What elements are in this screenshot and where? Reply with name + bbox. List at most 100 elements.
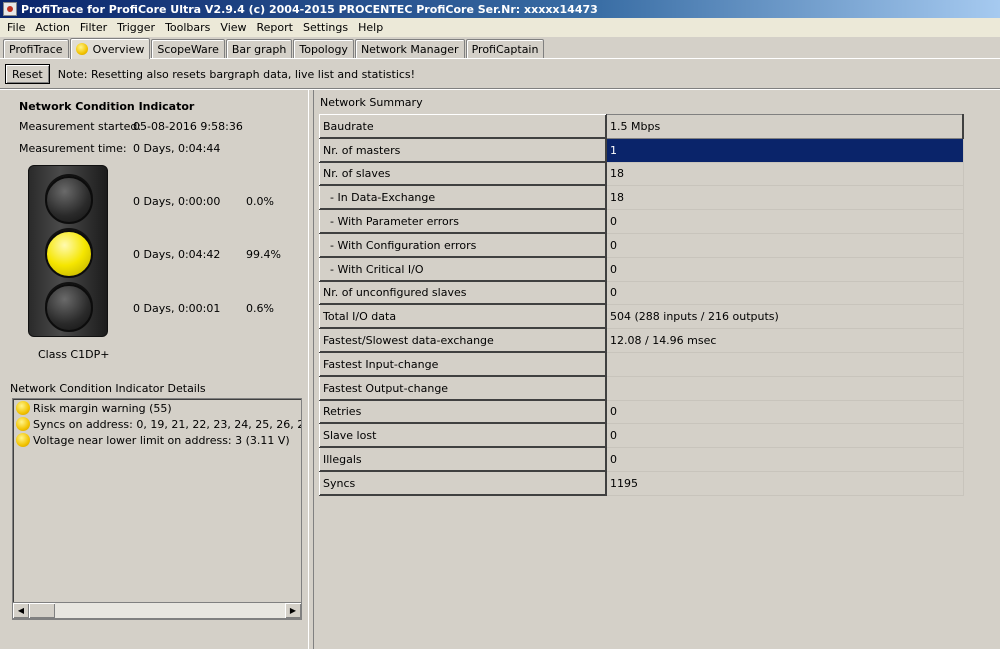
- tab-label: ProfiTrace: [9, 42, 63, 56]
- indicator-title: Network Condition Indicator: [19, 100, 195, 113]
- summary-key-cell: Baudrate: [319, 114, 607, 139]
- summary-key-cell: - With Configuration errors: [319, 232, 607, 258]
- table-row[interactable]: - With Critical I/O 0: [319, 256, 964, 282]
- summary-key-cell: Slave lost: [319, 423, 607, 449]
- table-row[interactable]: Total I/O data 504 (288 inputs / 216 outp…: [319, 304, 964, 330]
- tab-proficaptain[interactable]: ProfiCaptain: [465, 39, 545, 58]
- details-item-text: Voltage near lower limit on address: 3 (…: [33, 433, 290, 447]
- lamp-duration: 0 Days, 0:04:42: [133, 248, 221, 261]
- traffic-light-lamp-bottom: [45, 284, 93, 332]
- warning-dot-icon: [16, 433, 30, 447]
- scroll-right-icon[interactable]: ▶: [285, 603, 301, 618]
- summary-value-cell[interactable]: 1195: [606, 471, 964, 496]
- summary-value-cell[interactable]: [606, 376, 964, 401]
- table-row[interactable]: Nr. of masters 1: [319, 137, 964, 163]
- menu-item-help[interactable]: Help: [353, 21, 388, 34]
- summary-value-cell[interactable]: 0: [606, 257, 964, 282]
- menu-item-report[interactable]: Report: [252, 21, 298, 34]
- summary-value-cell[interactable]: 18: [606, 162, 964, 187]
- tab-bar-graph[interactable]: Bar graph: [225, 39, 293, 58]
- summary-value-cell[interactable]: 1: [606, 138, 964, 163]
- tab-topology[interactable]: Topology: [293, 39, 354, 58]
- lamp-percent: 0.6%: [246, 302, 274, 315]
- table-row[interactable]: Slave lost 0: [319, 423, 964, 449]
- summary-key-cell: Nr. of slaves: [319, 161, 607, 187]
- summary-key-cell: Fastest Output-change: [319, 375, 607, 401]
- menu-item-settings[interactable]: Settings: [298, 21, 353, 34]
- table-row[interactable]: Illegals 0: [319, 447, 964, 472]
- tab-overview[interactable]: Overview: [69, 38, 151, 59]
- summary-value-cell[interactable]: 0: [606, 423, 964, 449]
- tab-profitrace[interactable]: ProfiTrace: [3, 39, 69, 58]
- table-row[interactable]: - With Configuration errors 0: [319, 232, 964, 258]
- summary-key-cell: Total I/O data: [319, 304, 607, 330]
- summary-value-cell[interactable]: 0: [606, 447, 964, 472]
- window-title: ProfiTrace for ProfiCore Ultra V2.9.4 (c…: [21, 2, 598, 16]
- summary-pane: Network Summary Baudrate 1.5 Mbps Nr. of m…: [315, 90, 1000, 649]
- summary-value-cell[interactable]: 0: [606, 209, 964, 234]
- summary-key-cell: Nr. of unconfigured slaves: [319, 280, 607, 306]
- menu-item-action[interactable]: Action: [30, 21, 74, 34]
- class-label: Class C1DP+: [38, 348, 110, 361]
- table-row[interactable]: Baudrate 1.5 Mbps: [319, 114, 964, 139]
- tab-network-manager[interactable]: Network Manager: [354, 39, 465, 58]
- summary-value-cell[interactable]: 0: [606, 400, 964, 425]
- summary-key-cell: Fastest Input-change: [319, 351, 607, 377]
- menu-item-view[interactable]: View: [215, 21, 251, 34]
- table-row[interactable]: Nr. of slaves 18: [319, 161, 964, 187]
- summary-value-cell[interactable]: 1.5 Mbps: [606, 114, 964, 139]
- lamp-percent: 0.0%: [246, 195, 274, 208]
- summary-title: Network Summary: [320, 96, 423, 109]
- table-row[interactable]: Syncs 1195: [319, 470, 964, 496]
- summary-value-cell[interactable]: 0: [606, 281, 964, 306]
- tab-label: ProfiCaptain: [471, 42, 539, 56]
- table-row[interactable]: Fastest/Slowest data-exchange 12.08 / 14.…: [319, 328, 964, 353]
- details-item[interactable]: Risk margin warning (55): [16, 401, 172, 415]
- scroll-thumb[interactable]: [29, 603, 55, 618]
- status-dot-icon: [75, 43, 88, 55]
- table-row[interactable]: Retries 0: [319, 399, 964, 425]
- reset-note: Note: Resetting also resets bargraph dat…: [57, 67, 416, 81]
- table-row[interactable]: Fastest Output-change: [319, 375, 964, 401]
- details-title: Network Condition Indicator Details: [10, 382, 206, 395]
- menu-bar: File Action Filter Trigger Toolbars View Repor…: [0, 18, 1000, 37]
- details-item[interactable]: Syncs on address: 0, 19, 21, 22, 23, 24,…: [16, 417, 301, 431]
- measurement-time-value: 0 Days, 0:04:44: [133, 142, 221, 155]
- table-row[interactable]: - In Data-Exchange 18: [319, 185, 964, 211]
- menu-item-file[interactable]: File: [2, 21, 30, 34]
- warning-dot-icon: [16, 401, 30, 415]
- tab-strip: ProfiTrace Overview ScopeWare Bar graph Topo…: [0, 37, 1000, 59]
- horizontal-scrollbar[interactable]: ◀ ▶: [12, 602, 302, 619]
- toolbar: Reset Note: Resetting also resets bargra…: [0, 60, 1000, 88]
- summary-value-cell[interactable]: 18: [606, 185, 964, 211]
- lamp-duration: 0 Days, 0:00:00: [133, 195, 221, 208]
- summary-value-cell[interactable]: 0: [606, 233, 964, 258]
- menu-item-toolbars[interactable]: Toolbars: [160, 21, 215, 34]
- measurement-time-label: Measurement time:: [19, 142, 127, 155]
- summary-key-cell: Fastest/Slowest data-exchange: [319, 328, 607, 353]
- details-list[interactable]: Risk margin warning (55) Syncs on address…: [12, 398, 302, 620]
- table-row[interactable]: Nr. of unconfigured slaves 0: [319, 280, 964, 306]
- app-icon: [3, 2, 17, 16]
- pane-splitter[interactable]: [308, 90, 314, 649]
- tab-label: Network Manager: [360, 42, 459, 56]
- reset-button[interactable]: Reset: [5, 64, 50, 84]
- tab-scopeware[interactable]: ScopeWare: [151, 39, 225, 58]
- details-item-text: Risk margin warning (55): [33, 401, 172, 415]
- summary-key-cell: - With Critical I/O: [319, 256, 607, 282]
- scroll-left-icon[interactable]: ◀: [13, 603, 29, 618]
- table-row[interactable]: Fastest Input-change: [319, 351, 964, 377]
- table-row[interactable]: - With Parameter errors 0: [319, 209, 964, 234]
- tab-label: ScopeWare: [157, 42, 219, 56]
- details-item[interactable]: Voltage near lower limit on address: 3 (…: [16, 433, 290, 447]
- summary-key-cell: Syncs: [319, 470, 607, 496]
- summary-value-cell[interactable]: 12.08 / 14.96 msec: [606, 328, 964, 353]
- summary-key-cell: - In Data-Exchange: [319, 185, 607, 211]
- warning-dot-icon: [16, 417, 30, 431]
- summary-value-cell[interactable]: 504 (288 inputs / 216 outputs): [606, 304, 964, 330]
- summary-value-cell[interactable]: [606, 352, 964, 377]
- menu-item-filter[interactable]: Filter: [75, 21, 112, 34]
- menu-item-trigger[interactable]: Trigger: [112, 21, 160, 34]
- tab-label: Topology: [299, 42, 348, 56]
- traffic-light-lamp-middle: [45, 230, 93, 278]
